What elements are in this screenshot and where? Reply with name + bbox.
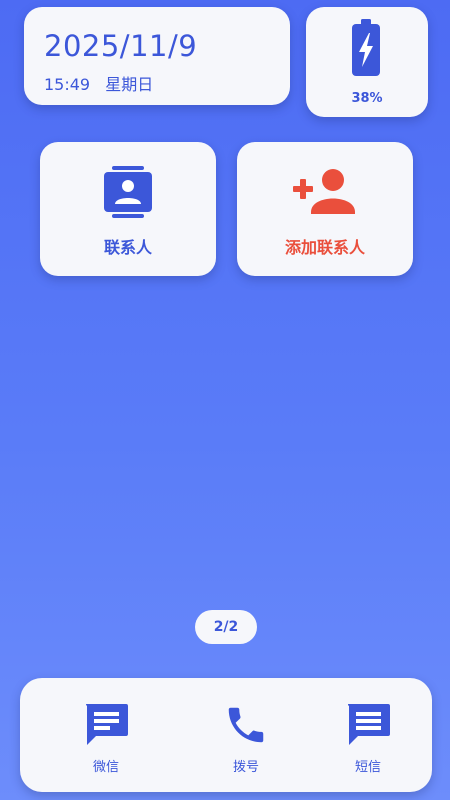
contacts-icon bbox=[40, 166, 216, 222]
dock: 微信 拨号 短信 bbox=[20, 678, 432, 792]
sms-label: 短信 bbox=[354, 760, 381, 775]
contacts-app-button[interactable]: 联系人 bbox=[40, 142, 216, 276]
sms-button[interactable]: 短信 bbox=[333, 702, 403, 775]
add-person-icon bbox=[237, 166, 413, 216]
weekday-text: 星期日 bbox=[105, 75, 154, 94]
date-time-widget[interactable]: 2025/11/9 15:49 星期日 bbox=[24, 7, 290, 105]
add-contact-app-button[interactable]: 添加联系人 bbox=[237, 142, 413, 276]
wechat-label: 微信 bbox=[92, 760, 119, 775]
time-text: 15:49 bbox=[44, 75, 91, 94]
wechat-button[interactable]: 微信 bbox=[71, 702, 141, 775]
battery-charging-icon bbox=[351, 19, 381, 81]
add-contact-label: 添加联系人 bbox=[284, 238, 365, 257]
page-indicator: 2/2 bbox=[195, 610, 257, 644]
dial-button[interactable]: 拨号 bbox=[211, 702, 281, 775]
message-icon bbox=[333, 702, 403, 748]
phone-icon bbox=[211, 702, 281, 748]
chat-icon bbox=[71, 702, 141, 748]
battery-percent: 38% bbox=[351, 91, 383, 106]
battery-widget[interactable]: 38% bbox=[306, 7, 428, 117]
date-text: 2025/11/9 bbox=[44, 29, 198, 63]
dial-label: 拨号 bbox=[232, 760, 259, 775]
contacts-label: 联系人 bbox=[103, 238, 152, 257]
time-line: 15:49 星期日 bbox=[44, 71, 163, 95]
